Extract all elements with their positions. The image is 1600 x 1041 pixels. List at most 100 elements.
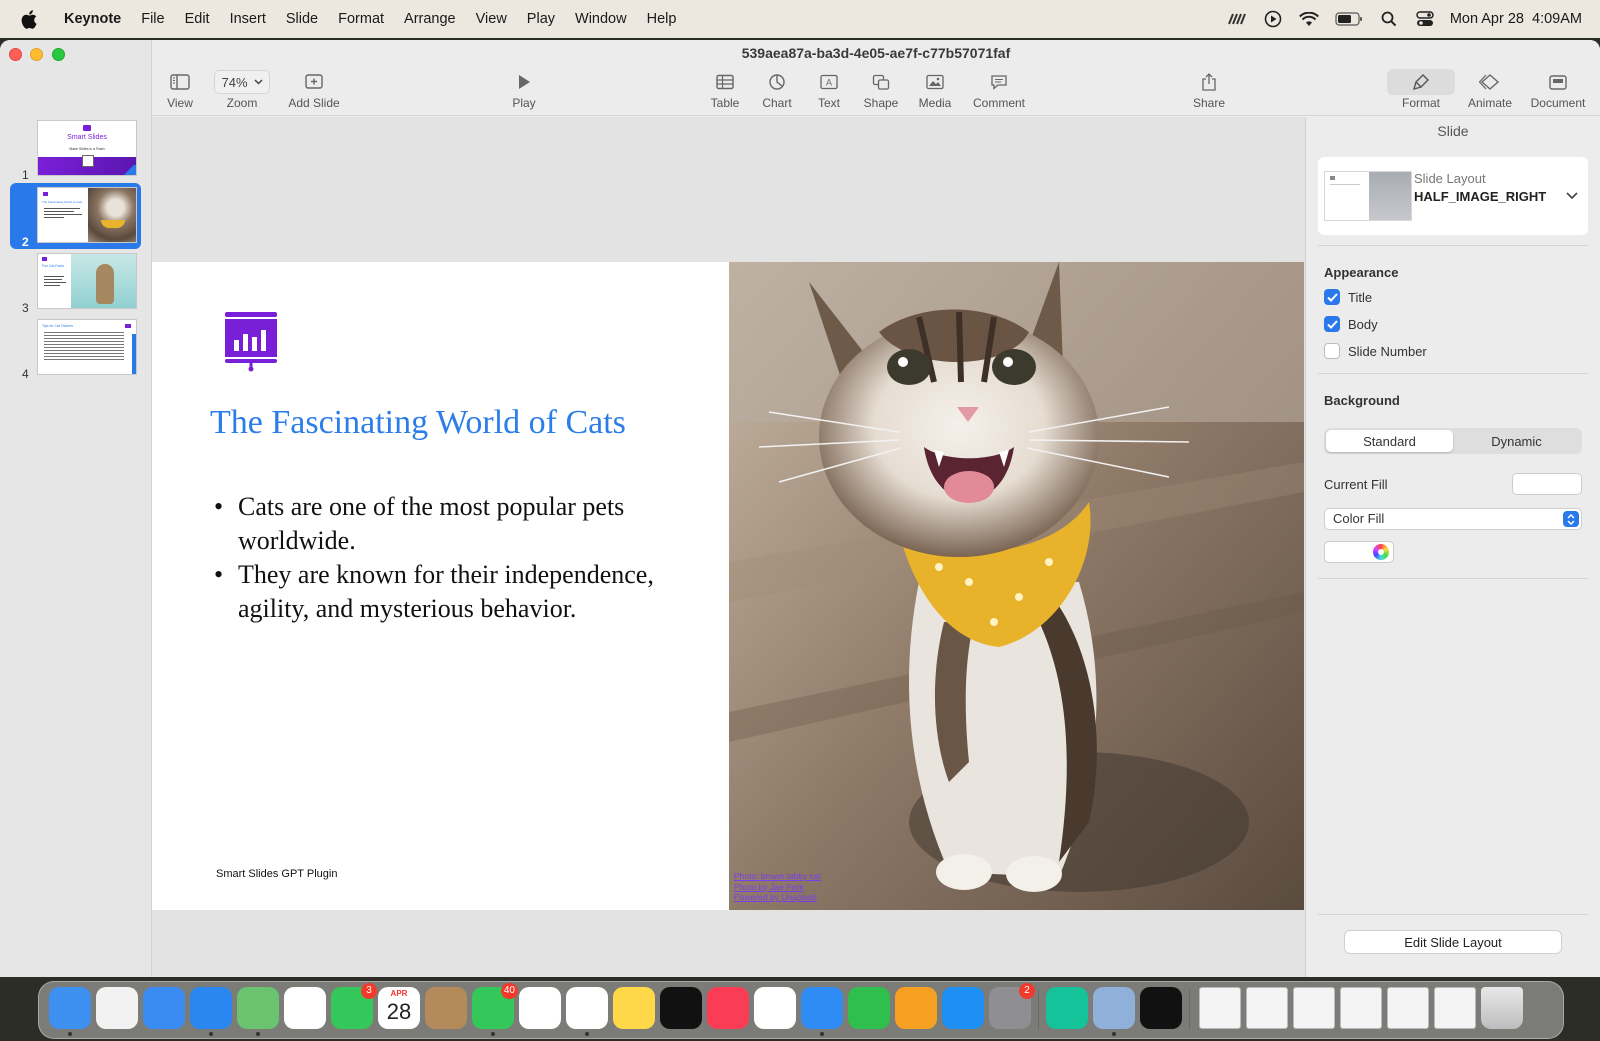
- slide-body[interactable]: Cats are one of the most popular pets wo…: [210, 490, 730, 626]
- mail-icon[interactable]: [143, 987, 185, 1029]
- pages-icon[interactable]: [895, 987, 937, 1029]
- photos-icon[interactable]: [284, 987, 326, 1029]
- messages-icon[interactable]: 40: [472, 983, 518, 1036]
- standard-segment[interactable]: Standard: [1326, 430, 1453, 452]
- minimized-window-thumbnail[interactable]: [1293, 987, 1335, 1029]
- menu-file[interactable]: File: [131, 11, 174, 27]
- dynamic-segment[interactable]: Dynamic: [1453, 430, 1580, 452]
- minimized-window-thumbnail[interactable]: [1340, 987, 1382, 1029]
- slide-layout-selector[interactable]: Slide Layout HALF_IMAGE_RIGHT: [1318, 157, 1588, 235]
- format-button[interactable]: Format: [1387, 69, 1455, 110]
- wifi-icon[interactable]: [1298, 8, 1320, 30]
- trash-icon[interactable]: [1481, 987, 1523, 1029]
- window-minimize-button[interactable]: [30, 48, 43, 61]
- document-button[interactable]: Document: [1526, 69, 1590, 110]
- presentation-chart-icon[interactable]: [222, 312, 280, 372]
- menu-view[interactable]: View: [466, 11, 517, 27]
- play-button[interactable]: Play: [492, 69, 556, 110]
- body-checkbox[interactable]: [1324, 316, 1340, 332]
- window-fullscreen-button[interactable]: [52, 48, 65, 61]
- cat-photo[interactable]: [729, 262, 1304, 910]
- appstore-icon[interactable]: [942, 987, 984, 1029]
- menu-help[interactable]: Help: [637, 11, 687, 27]
- notes-icon[interactable]: [613, 987, 655, 1029]
- minimized-window-thumbnail[interactable]: [1434, 987, 1476, 1029]
- body-checkbox-row[interactable]: Body: [1324, 316, 1378, 332]
- slide-thumbnail-4[interactable]: 4 Tips for Cat Owners: [0, 319, 152, 381]
- tv-icon[interactable]: [660, 987, 702, 1029]
- slide-title[interactable]: The Fascinating World of Cats: [210, 404, 626, 442]
- comment-label: Comment: [972, 96, 1025, 110]
- zoom-select[interactable]: 74%: [214, 70, 270, 94]
- safari-icon[interactable]: [190, 987, 232, 1036]
- menu-app-keynote[interactable]: Keynote: [54, 11, 131, 27]
- finder-icon[interactable]: [49, 987, 91, 1036]
- credit-link[interactable]: Powered by Unsplash: [734, 892, 821, 903]
- slide-number-checkbox[interactable]: [1324, 343, 1340, 359]
- running-indicator: [585, 1032, 589, 1036]
- menu-insert[interactable]: Insert: [220, 11, 276, 27]
- edit-slide-layout-button[interactable]: Edit Slide Layout: [1344, 930, 1562, 954]
- chevron-down-icon[interactable]: [1566, 187, 1578, 205]
- comment-button[interactable]: Comment: [967, 69, 1031, 110]
- menu-edit[interactable]: Edit: [175, 11, 220, 27]
- menu-format[interactable]: Format: [328, 11, 394, 27]
- zoom-control[interactable]: 74% Zoom: [210, 69, 274, 110]
- preview-icon[interactable]: [1093, 987, 1135, 1036]
- settings-icon[interactable]: 2: [989, 983, 1035, 1029]
- slide-footer[interactable]: Smart Slides GPT Plugin: [216, 868, 337, 880]
- menu-arrange[interactable]: Arrange: [394, 11, 466, 27]
- current-slide[interactable]: The Fascinating World of Cats Cats are o…: [152, 262, 1304, 910]
- bullet-item[interactable]: They are known for their independence, a…: [210, 558, 730, 626]
- bullet-item[interactable]: Cats are one of the most popular pets wo…: [210, 490, 730, 558]
- numbers-icon[interactable]: [848, 987, 890, 1029]
- launchpad-icon[interactable]: [96, 987, 138, 1029]
- ea-icon[interactable]: [1140, 987, 1182, 1029]
- battery-icon[interactable]: [1334, 8, 1364, 30]
- facetime-icon[interactable]: 3: [331, 983, 377, 1029]
- grammarly-icon[interactable]: [1046, 987, 1088, 1029]
- credit-link[interactable]: Photo: brown tabby cat: [734, 871, 821, 882]
- now-playing-icon[interactable]: [1262, 8, 1284, 30]
- menu-bar: Keynote File Edit Insert Slide Format Ar…: [0, 0, 1600, 38]
- photo-credits[interactable]: Photo: brown tabby cat Photo by Jae Park…: [734, 871, 821, 903]
- spotlight-search-icon[interactable]: [1378, 8, 1400, 30]
- fill-type-select[interactable]: Color Fill: [1324, 508, 1582, 530]
- menu-window[interactable]: Window: [565, 11, 637, 27]
- background-type-segmented-control[interactable]: Standard Dynamic: [1324, 428, 1582, 454]
- share-button[interactable]: Share: [1177, 69, 1241, 110]
- minimized-window-thumbnail[interactable]: [1246, 987, 1288, 1029]
- title-checkbox-row[interactable]: Title: [1324, 289, 1372, 305]
- title-checkbox[interactable]: [1324, 289, 1340, 305]
- window-close-button[interactable]: [9, 48, 22, 61]
- music-icon[interactable]: [707, 987, 749, 1029]
- minimized-window-thumbnail[interactable]: [1387, 987, 1429, 1029]
- maps-icon[interactable]: [237, 987, 279, 1036]
- slide-thumbnail-3[interactable]: 3 Fun Cat Facts: [0, 253, 152, 315]
- media-button[interactable]: Media: [903, 69, 967, 110]
- reminders-icon[interactable]: [566, 987, 608, 1036]
- stage-manager-icon[interactable]: [1226, 8, 1248, 30]
- news-icon[interactable]: [754, 987, 796, 1029]
- current-fill-swatch[interactable]: [1512, 473, 1582, 495]
- minimized-window-thumbnail[interactable]: [1199, 987, 1241, 1029]
- color-wheel-icon[interactable]: [1373, 544, 1389, 560]
- view-button[interactable]: View: [148, 69, 212, 110]
- control-center-icon[interactable]: [1414, 8, 1436, 30]
- color-well[interactable]: [1324, 541, 1394, 563]
- slide-canvas[interactable]: The Fascinating World of Cats Cats are o…: [152, 117, 1305, 977]
- add-slide-button[interactable]: Add Slide: [282, 69, 346, 110]
- credit-link[interactable]: Photo by Jae Park: [734, 882, 821, 893]
- animate-button[interactable]: Animate: [1458, 69, 1522, 110]
- menubar-clock[interactable]: Mon Apr 28 4:09AM: [1450, 11, 1582, 27]
- menu-slide[interactable]: Slide: [276, 11, 328, 27]
- slide-thumbnail-2[interactable]: 2 The Fascinating World of Cats: [0, 183, 152, 249]
- keynote-icon[interactable]: [801, 987, 843, 1036]
- slide-number-checkbox-row[interactable]: Slide Number: [1324, 343, 1427, 359]
- slide-thumbnail-1[interactable]: 1 Smart Slides Make Slides in a Flash: [0, 120, 152, 182]
- menu-play[interactable]: Play: [517, 11, 565, 27]
- freeform-icon[interactable]: [519, 987, 561, 1029]
- calendar-icon[interactable]: APR 28: [378, 987, 420, 1029]
- apple-menu-icon[interactable]: [18, 8, 40, 30]
- contacts-icon[interactable]: [425, 987, 467, 1029]
